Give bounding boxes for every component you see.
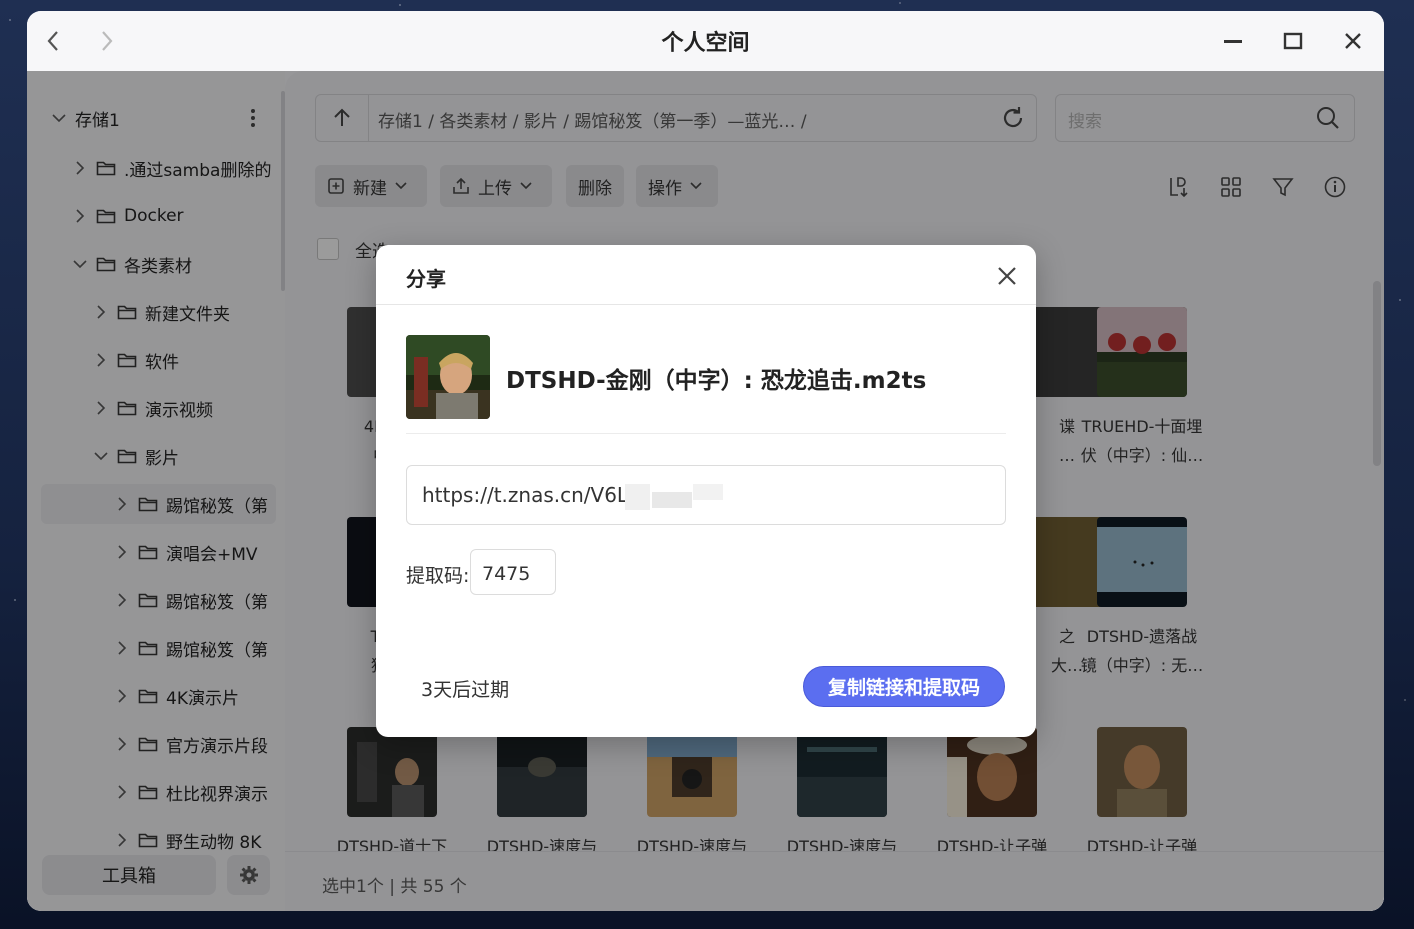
file-thumbnail <box>406 335 490 419</box>
dialog-divider <box>376 304 1036 305</box>
maximize-icon <box>1283 32 1303 50</box>
dialog-title: 分享 <box>406 267 446 291</box>
redaction-block <box>625 484 650 510</box>
share-link-text[interactable]: https://t.znas.cn/V6L <box>422 483 628 507</box>
close-icon[interactable] <box>996 265 1018 287</box>
maximize-button[interactable] <box>1279 27 1307 55</box>
minimize-button[interactable] <box>1219 27 1247 55</box>
extraction-code-field[interactable]: 7475 <box>470 549 556 595</box>
minimize-icon <box>1224 40 1242 43</box>
dialog-divider-2 <box>406 433 1006 434</box>
redaction-block <box>652 492 692 508</box>
window-title: 个人空间 <box>661 31 750 56</box>
redaction-block <box>693 484 723 500</box>
share-link-field[interactable]: https://t.znas.cn/V6L <box>406 465 1006 525</box>
extraction-code-label: 提取码: <box>406 565 470 587</box>
share-dialog: 分享 DTSHD-金刚（中字）: 恐龙追击.m2ts https://t.zna… <box>376 245 1036 737</box>
close-window-button[interactable] <box>1339 27 1367 55</box>
copy-link-and-code-button[interactable]: 复制链接和提取码 <box>803 666 1005 707</box>
extraction-code-value[interactable]: 7475 <box>482 563 530 585</box>
expiration-text: 3天后过期 <box>421 679 510 701</box>
close-icon <box>1345 33 1361 49</box>
title-bar: 个人空间 <box>27 11 1384 71</box>
file-name: DTSHD-金刚（中字）: 恐龙追击.m2ts <box>506 368 927 394</box>
